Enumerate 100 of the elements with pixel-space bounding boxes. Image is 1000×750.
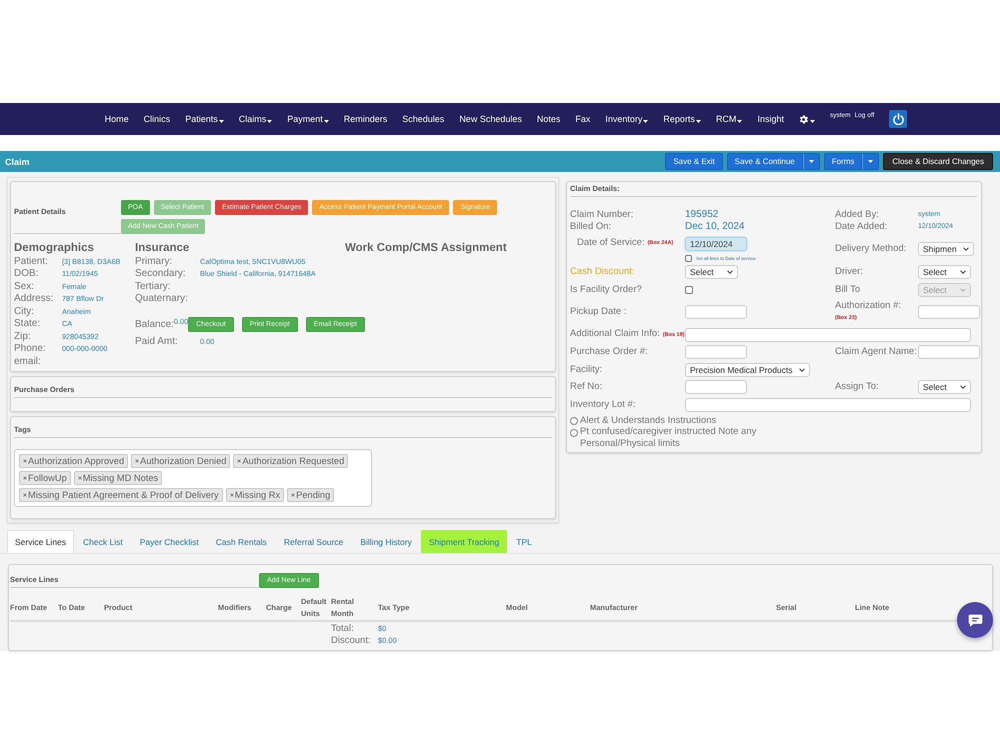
select-field[interactable]: Shipmen [918,242,974,256]
caret-icon [324,120,329,123]
tab[interactable]: Check List [75,530,131,553]
section-heading: Insurance [135,241,190,255]
tab[interactable]: Referral Source [276,530,352,553]
radio-button[interactable] [570,417,578,425]
radio-button[interactable] [570,428,578,436]
field-label: Sex: [14,280,36,292]
tag-label: Missing MD Notes [82,473,158,483]
field-label: City: [14,306,35,317]
page-title: Claim [5,156,31,166]
field-label: Patient: [14,256,49,267]
field-label: email: [14,356,42,367]
field-label: Claim Agent Name: [835,346,917,357]
toolbar-button[interactable]: Save & Continue [726,153,803,170]
total-label: Discount: [331,635,371,647]
nav-link[interactable]: Payment [287,114,329,124]
nav-link[interactable]: Reminders [344,114,388,124]
checkbox[interactable] [685,254,692,262]
nav-link[interactable]: Patients [185,114,224,124]
field-label: Zip: [14,330,32,342]
tag-label: Authorization Requested [242,456,344,466]
field-label: Paid Amt: [135,336,179,347]
nav-link[interactable]: Schedules [402,114,444,124]
field-label: DOB: [14,268,40,280]
field-label: Facility: [570,364,602,374]
input-field[interactable] [685,398,971,412]
field-label: Address: [14,293,54,304]
field-label: Authorization #: [835,300,902,311]
nav-link[interactable]: RCM [716,114,742,124]
radio-label: Pt confused/caregiver instructed Note any Personal/Physical limits [580,426,758,449]
field-label: Cash Discount: [570,266,634,277]
tab[interactable]: Billing History [352,530,420,553]
input-field[interactable] [685,305,747,319]
field-label: Additional Claim Info: [570,328,660,339]
nav-link[interactable]: Insight [757,114,784,124]
nav-link[interactable]: Inventory [605,114,648,124]
close-icon[interactable] [230,493,234,497]
tab[interactable]: Service Lines [7,530,74,553]
select-field[interactable]: Select [918,380,971,394]
field-label: Inventory Lot #: [570,398,636,410]
power-button[interactable] [889,110,908,128]
input-field[interactable] [918,305,980,319]
toolbar-button[interactable]: Close & Discard Changes [883,153,993,170]
date-field[interactable]: 12/10/2024 [685,236,747,250]
tag-label: Pending [296,490,330,500]
select-field[interactable]: Precision Medical Products [685,362,810,376]
field-label: Delivery Method: [835,243,906,254]
nav-link[interactable]: Fax [575,114,590,124]
caret-icon [810,120,815,123]
field-label: Added By: [835,209,879,220]
nav-link[interactable]: Notes [536,114,560,124]
caret-icon [808,160,814,163]
chevron-down-icon [962,247,969,251]
tab[interactable]: Payer Checklist [132,530,207,553]
chevron-down-icon [960,385,966,389]
nav-link[interactable]: Reports [663,114,701,124]
dropdown-toggle-button[interactable] [862,153,880,170]
input-field[interactable] [685,328,971,342]
chevron-down-icon [798,368,805,372]
field-label: Quaternary: [135,293,189,304]
nav-link[interactable]: Clinics [144,114,170,124]
nav-link[interactable]: Claims [238,114,272,124]
close-icon[interactable] [78,476,82,480]
field-label: Purchase Order #: [570,346,648,357]
field-label: Billed On: [570,221,612,232]
power-icon [892,113,904,125]
total-label: Total: [331,623,354,635]
nav-link[interactable]: Home [104,114,129,124]
tags-field[interactable]: Authorization Approved Authorization Denied Authorization Requested FollowUp Missing MD Notes Missing Patient Agreement & Proof of Delivery Missing Rx Pending [14,449,372,507]
settings-icon [798,114,808,124]
tab[interactable]: TPL [508,530,540,553]
toolbar-button[interactable]: Save & Exit [665,153,723,170]
checkbox[interactable] [685,286,693,294]
field-label: Bill To [835,284,860,294]
chevron-down-icon [960,288,966,292]
field-label: Date of Service: [577,236,645,248]
field-label: Tertiary: [135,280,172,292]
dropdown-toggle-button[interactable] [802,153,820,170]
input-field[interactable] [685,380,747,394]
select-field[interactable]: Select [918,265,971,279]
close-icon[interactable] [23,459,27,463]
tag-label: Authorization Approved [28,456,124,466]
input-field[interactable] [918,345,980,359]
caret-icon [868,160,874,163]
tag-label: Authorization Denied [140,456,226,466]
input-field[interactable] [685,345,747,359]
settings-button[interactable] [798,114,815,124]
close-icon[interactable] [135,459,140,463]
field-value: Dec 10, 2024 [685,221,744,233]
nav-link[interactable]: New Schedules [459,114,522,124]
field-label: Secondary: [135,268,187,280]
close-icon[interactable] [291,493,296,497]
toolbar-button[interactable]: Forms [824,153,862,170]
close-icon[interactable] [23,493,27,497]
close-icon[interactable] [237,459,242,463]
close-icon[interactable] [23,476,27,480]
select-field[interactable]: Select [685,265,738,279]
field-label: Driver: [835,266,863,277]
tab[interactable]: Cash Rentals [208,530,275,553]
